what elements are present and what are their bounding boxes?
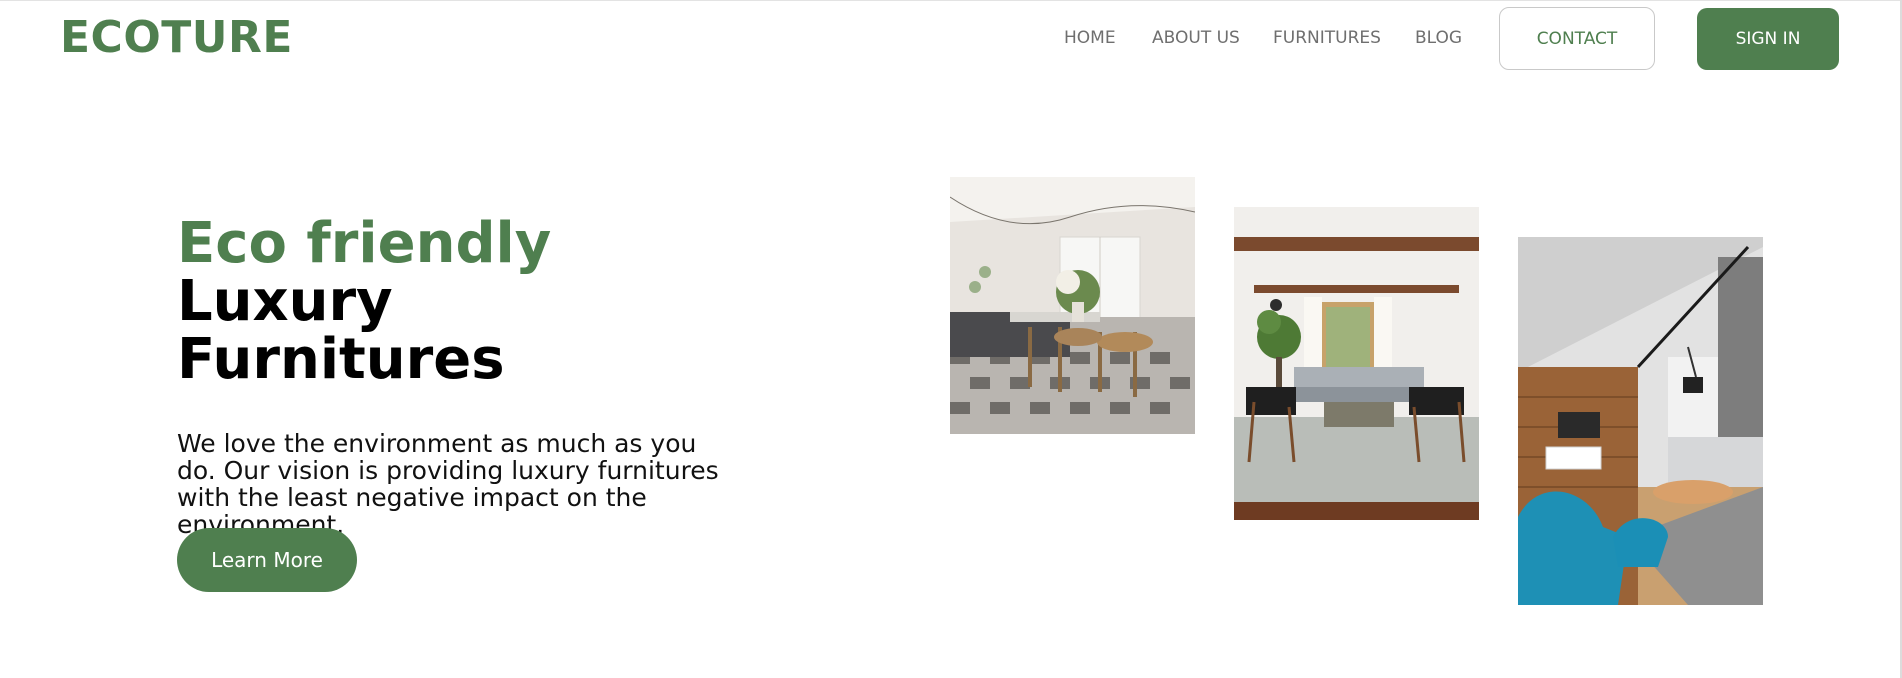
nav-home-link[interactable]: HOME: [1064, 28, 1116, 48]
sign-in-button[interactable]: SIGN IN: [1697, 8, 1839, 70]
nav-blog-link[interactable]: BLOG: [1415, 28, 1462, 48]
staircase-living-photo: [1518, 237, 1763, 605]
contact-button[interactable]: CONTACT: [1499, 7, 1655, 70]
hero-title-furnitures: Furnitures: [177, 327, 505, 392]
living-room-photo: [1234, 207, 1479, 520]
hero-title-luxury: Luxury: [177, 269, 393, 334]
nav-about-link[interactable]: ABOUT US: [1152, 28, 1240, 48]
top-border: [0, 0, 1902, 1]
hero-title-eco: Eco friendly: [177, 211, 552, 276]
hero-description: We love the environment as much as you d…: [177, 429, 719, 539]
brand-logo[interactable]: ECOTURE: [60, 12, 293, 63]
hero-title: Eco friendly Luxury Furnitures: [177, 215, 551, 389]
kitchen-dining-photo: [950, 177, 1195, 434]
learn-more-button[interactable]: Learn More: [177, 528, 357, 592]
nav-furnitures-link[interactable]: FURNITURES: [1273, 28, 1381, 48]
